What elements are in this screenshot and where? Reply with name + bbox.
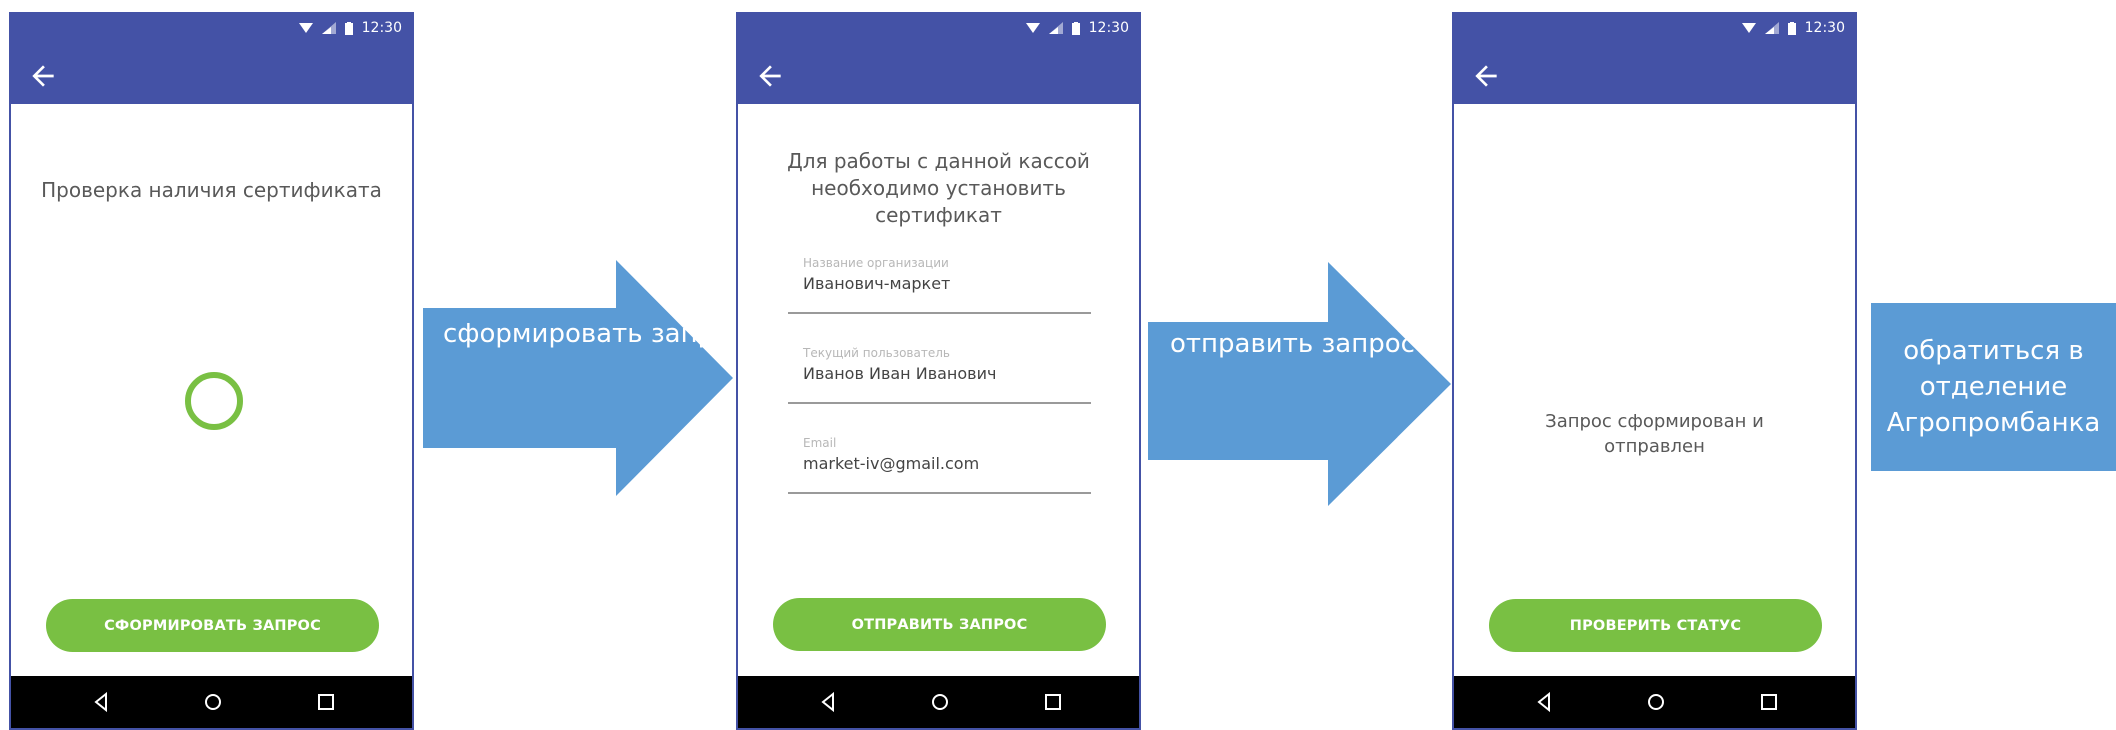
organization-name-field[interactable]: Название организации Иванович-маркет bbox=[788, 256, 1091, 314]
send-request-button[interactable]: ОТПРАВИТЬ ЗАПРОС bbox=[773, 598, 1106, 651]
nav-recents-icon[interactable] bbox=[314, 690, 338, 714]
battery-icon bbox=[1071, 21, 1080, 35]
nav-home-icon[interactable] bbox=[1644, 690, 1668, 714]
field-label: Текущий пользователь bbox=[803, 346, 950, 360]
signal-icon bbox=[321, 22, 336, 34]
battery-icon bbox=[344, 21, 353, 35]
screen-title: Для работы с данной кассой необходимо ус… bbox=[787, 149, 1090, 227]
status-bar: 12:30 bbox=[298, 20, 402, 36]
app-bar: 12:30 bbox=[1454, 14, 1855, 104]
phone-screen-form: 12:30 Для работы с данной кассой необход… bbox=[736, 12, 1141, 730]
flow-arrow-2 bbox=[1148, 262, 1451, 506]
current-user-field[interactable]: Текущий пользователь Иванов Иван Иванови… bbox=[788, 346, 1091, 404]
android-nav-bar bbox=[1454, 676, 1855, 728]
wifi-icon bbox=[1025, 23, 1040, 33]
field-label: Название организации bbox=[803, 256, 949, 270]
status-time: 12:30 bbox=[1804, 20, 1845, 36]
request-sent-message: Запрос сформирован и отправлен bbox=[1545, 411, 1764, 457]
screen-content: Для работы с данной кассой необходимо ус… bbox=[738, 104, 1139, 676]
field-value: Иванович-маркет bbox=[803, 274, 951, 293]
nav-back-icon[interactable] bbox=[89, 690, 113, 714]
app-bar: 12:30 bbox=[11, 14, 412, 104]
status-bar: 12:30 bbox=[1025, 20, 1129, 36]
nav-back-icon[interactable] bbox=[816, 690, 840, 714]
android-nav-bar bbox=[11, 676, 412, 728]
status-time: 12:30 bbox=[1088, 20, 1129, 36]
loading-spinner bbox=[185, 372, 243, 430]
nav-home-icon[interactable] bbox=[201, 690, 225, 714]
email-field[interactable]: Email market-iv@gmail.com bbox=[788, 436, 1091, 494]
status-time: 12:30 bbox=[361, 20, 402, 36]
flow-step-3-label: обратиться в отделение Агропромбанка bbox=[1886, 336, 2101, 438]
app-bar: 12:30 bbox=[738, 14, 1139, 104]
back-arrow-icon[interactable] bbox=[1470, 60, 1502, 92]
nav-recents-icon[interactable] bbox=[1041, 690, 1065, 714]
phone-screen-sent: 12:30 Запрос сформирован и отправлен ПРО… bbox=[1452, 12, 1857, 730]
android-nav-bar bbox=[738, 676, 1139, 728]
back-arrow-icon[interactable] bbox=[27, 60, 59, 92]
screen-content: Запрос сформирован и отправлен ПРОВЕРИТЬ… bbox=[1454, 104, 1855, 676]
signal-icon bbox=[1764, 22, 1779, 34]
battery-icon bbox=[1787, 21, 1796, 35]
nav-back-icon[interactable] bbox=[1532, 690, 1556, 714]
phone-screen-check: 12:30 Проверка наличия сертификата СФОРМ… bbox=[9, 12, 414, 730]
screen-title: Проверка наличия сертификата bbox=[41, 178, 382, 202]
wifi-icon bbox=[298, 23, 313, 33]
flow-step-3-box: обратиться в отделение Агропромбанка bbox=[1871, 303, 2116, 471]
screen-content: Проверка наличия сертификата СФОРМИРОВАТ… bbox=[11, 104, 412, 676]
flow-arrow-1 bbox=[423, 260, 733, 496]
nav-home-icon[interactable] bbox=[928, 690, 952, 714]
status-bar: 12:30 bbox=[1741, 20, 1845, 36]
back-arrow-icon[interactable] bbox=[754, 60, 786, 92]
field-value: market-iv@gmail.com bbox=[803, 454, 980, 473]
generate-request-button[interactable]: СФОРМИРОВАТЬ ЗАПРОС bbox=[46, 599, 379, 652]
check-status-button[interactable]: ПРОВЕРИТЬ СТАТУС bbox=[1489, 599, 1822, 652]
field-label: Email bbox=[803, 436, 837, 450]
signal-icon bbox=[1048, 22, 1063, 34]
nav-recents-icon[interactable] bbox=[1757, 690, 1781, 714]
wifi-icon bbox=[1741, 23, 1756, 33]
field-value: Иванов Иван Иванович bbox=[803, 364, 997, 383]
